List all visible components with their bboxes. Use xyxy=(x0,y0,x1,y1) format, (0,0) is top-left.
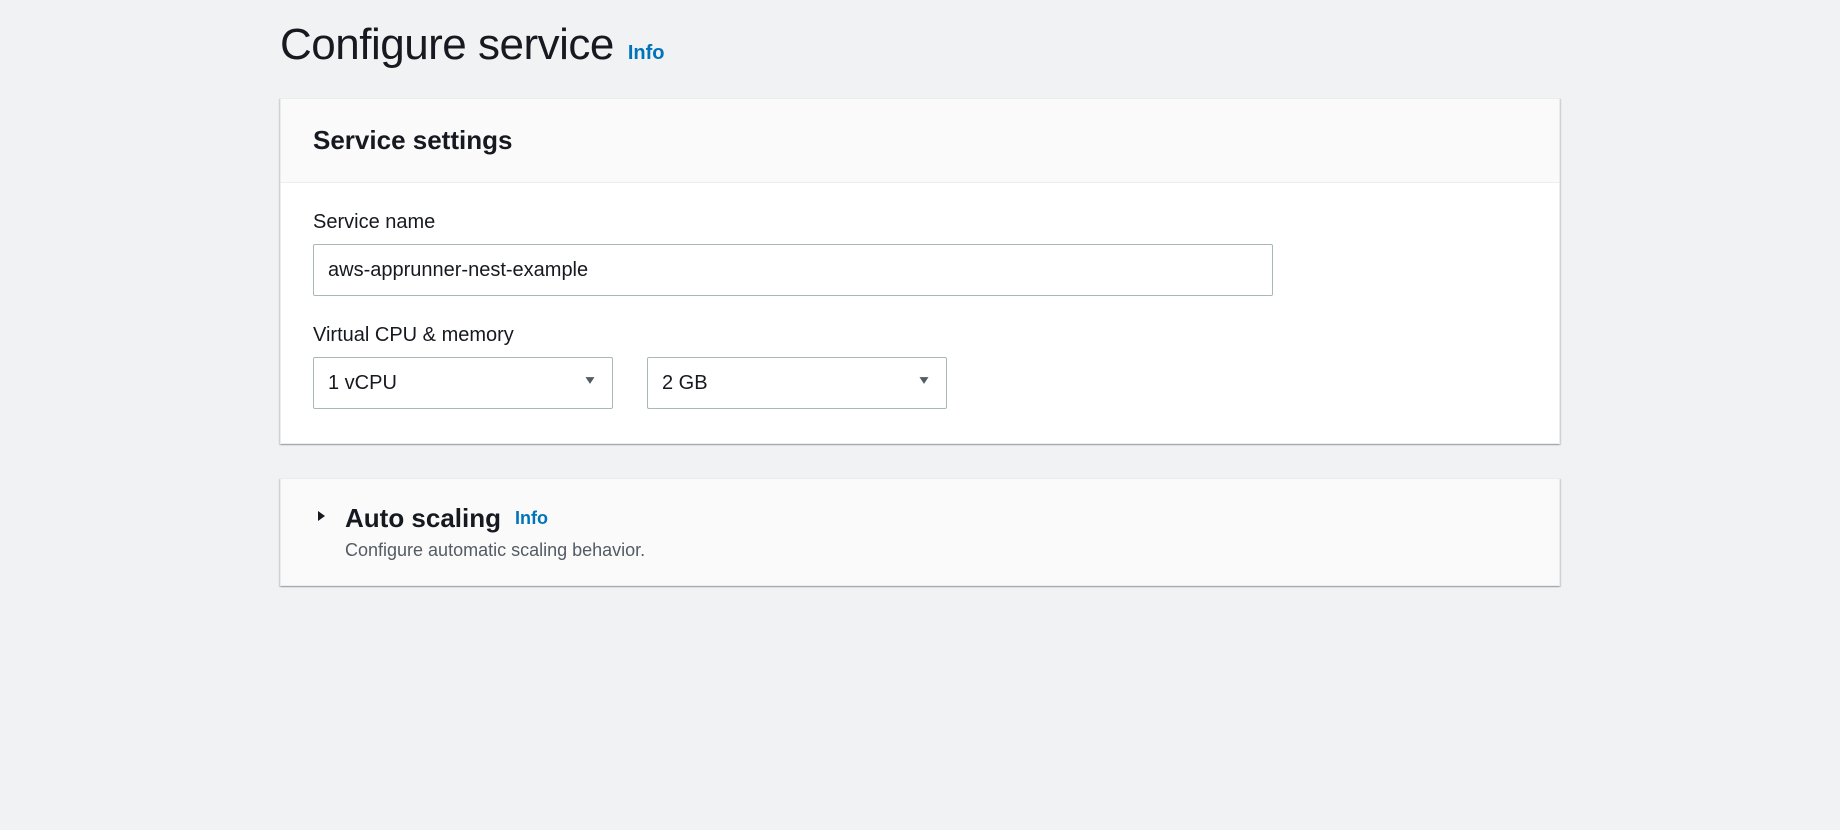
auto-scaling-title: Auto scaling xyxy=(345,503,501,534)
service-name-field: Service name xyxy=(313,211,1527,296)
service-settings-title: Service settings xyxy=(313,125,1527,156)
cpu-select-value: 1 vCPU xyxy=(328,372,397,395)
cpu-select-wrapper: 1 vCPU xyxy=(313,357,613,409)
service-settings-panel-body: Service name Virtual CPU & memory 1 vCPU xyxy=(281,183,1559,443)
page-title: Configure service xyxy=(280,20,614,70)
memory-select[interactable]: 2 GB xyxy=(647,357,947,409)
auto-scaling-info-link[interactable]: Info xyxy=(515,508,548,529)
auto-scaling-toggle[interactable]: Auto scaling xyxy=(313,503,501,534)
auto-scaling-description: Configure automatic scaling behavior. xyxy=(345,540,1527,561)
cpu-select[interactable]: 1 vCPU xyxy=(313,357,613,409)
service-settings-panel-header: Service settings xyxy=(281,99,1559,183)
service-settings-panel: Service settings Service name Virtual CP… xyxy=(280,98,1560,444)
caret-right-icon xyxy=(313,508,329,529)
memory-select-wrapper: 2 GB xyxy=(647,357,947,409)
cpu-memory-label: Virtual CPU & memory xyxy=(313,324,1527,347)
service-name-label: Service name xyxy=(313,211,1527,234)
auto-scaling-panel: Auto scaling Info Configure automatic sc… xyxy=(280,478,1560,586)
info-link[interactable]: Info xyxy=(628,42,665,65)
page-header: Configure service Info xyxy=(280,20,1560,70)
service-name-input[interactable] xyxy=(313,244,1273,296)
cpu-memory-field: Virtual CPU & memory 1 vCPU 2 GB xyxy=(313,324,1527,409)
memory-select-value: 2 GB xyxy=(662,372,708,395)
